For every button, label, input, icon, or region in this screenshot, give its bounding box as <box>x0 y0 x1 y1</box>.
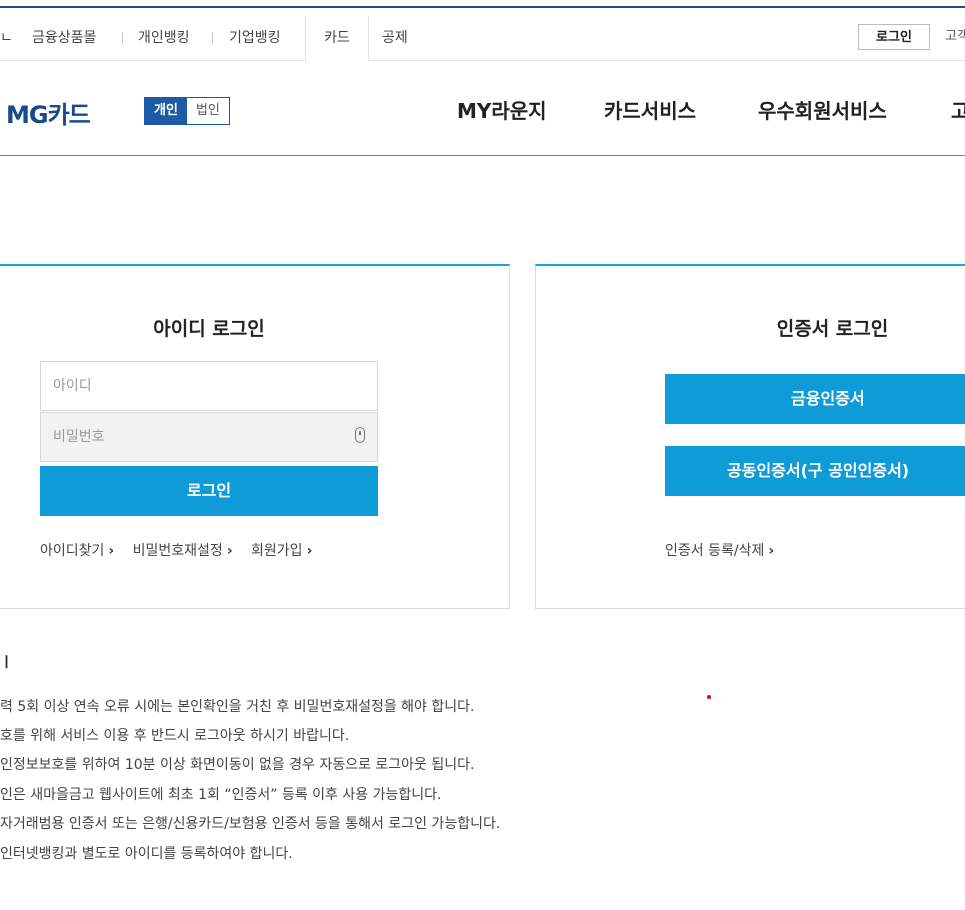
gnb-menu-partial[interactable]: 고 <box>951 97 965 125</box>
top-accent-line <box>0 6 965 8</box>
chevron-right-icon: › <box>306 543 313 559</box>
main-header: MG카드 개인 법인 MY라운지 카드서비스 우수회원서비스 고 <box>0 61 965 156</box>
util-nav-item-financial-mall[interactable]: 금융상품몰 <box>32 16 96 60</box>
financial-cert-button[interactable]: 금융인증서 <box>665 374 965 424</box>
header-login-button[interactable]: 로그인 <box>858 24 930 50</box>
util-nav-divider <box>122 32 123 44</box>
sign-up-link[interactable]: 회원가입 › <box>251 543 312 559</box>
red-dot-marker <box>707 695 711 699</box>
notice-line: 호를 위해 서비스 이용 후 반드시 로그아웃 하시기 바랍니다. <box>0 728 350 744</box>
util-nav-item-card[interactable]: 카드 <box>305 16 369 61</box>
cert-manage-links: 인증서 등록/삭제 › <box>665 540 788 560</box>
cert-register-delete-link[interactable]: 인증서 등록/삭제 › <box>665 543 774 559</box>
password-input[interactable]: 비밀번호 <box>40 412 378 462</box>
gnb-menu-premium-service[interactable]: 우수회원서비스 <box>758 97 887 125</box>
notice-line: 력 5회 이상 연속 오류 시에는 본인확인을 거친 후 비밀번호재설정을 해야… <box>0 699 475 715</box>
notice-line: 인정보보호를 위하여 10분 이상 화면이동이 없을 경우 자동으로 로그아웃 … <box>0 757 475 773</box>
notice-title: ㅣ <box>0 655 13 671</box>
util-nav-partial-edge: ㄴ <box>0 30 13 46</box>
gnb-menu-card-service[interactable]: 카드서비스 <box>604 97 696 125</box>
chevron-right-icon: › <box>226 543 233 559</box>
gnb-menu-my-lounge[interactable]: MY라운지 <box>457 97 547 125</box>
id-login-button[interactable]: 로그인 <box>40 466 378 516</box>
notice-line: 자거래범용 인증서 또는 은행/신용카드/보험용 인증서 등을 통해서 로그인 … <box>0 816 501 832</box>
chevron-right-icon: › <box>768 543 775 559</box>
mouse-keyboard-icon[interactable] <box>355 427 365 443</box>
chevron-right-icon: › <box>108 543 115 559</box>
personal-corporate-toggle: 개인 법인 <box>144 97 230 125</box>
notice-line: 인터넷뱅킹과 별도로 아이디를 등록하여야 합니다. <box>0 846 293 862</box>
util-nav-item-personal-banking[interactable]: 개인뱅킹 <box>138 16 190 60</box>
password-placeholder: 비밀번호 <box>53 429 105 445</box>
util-nav-item-business-banking[interactable]: 기업뱅킹 <box>229 16 281 60</box>
util-nav-item-insurance[interactable]: 공제 <box>382 16 408 60</box>
id-login-title: 아이디 로그인 <box>153 318 265 340</box>
mg-card-logo[interactable]: MG카드 <box>6 95 91 130</box>
id-login-links: 아이디찾기 › 비밀번호재설정 › 회원가입 › <box>40 540 326 560</box>
cert-login-title: 인증서 로그인 <box>776 318 889 340</box>
joint-cert-button[interactable]: 공동인증서(구 공인인증서) <box>665 446 965 496</box>
toggle-corporate[interactable]: 법인 <box>186 98 229 124</box>
id-input[interactable]: 아이디 <box>40 361 378 411</box>
notice-line: 인은 새마을금고 웹사이트에 최초 1회 “인증서” 등록 이후 사용 가능합니… <box>0 787 442 803</box>
find-id-link[interactable]: 아이디찾기 › <box>40 543 114 559</box>
toggle-personal[interactable]: 개인 <box>145 98 187 124</box>
utility-nav: ㄴ 금융상품몰 개인뱅킹 기업뱅킹 카드 공제 <box>0 16 965 61</box>
util-nav-divider <box>212 32 213 44</box>
util-nav-item-customer-partial[interactable]: 고객 <box>945 24 965 50</box>
reset-password-link[interactable]: 비밀번호재설정 › <box>133 543 233 559</box>
